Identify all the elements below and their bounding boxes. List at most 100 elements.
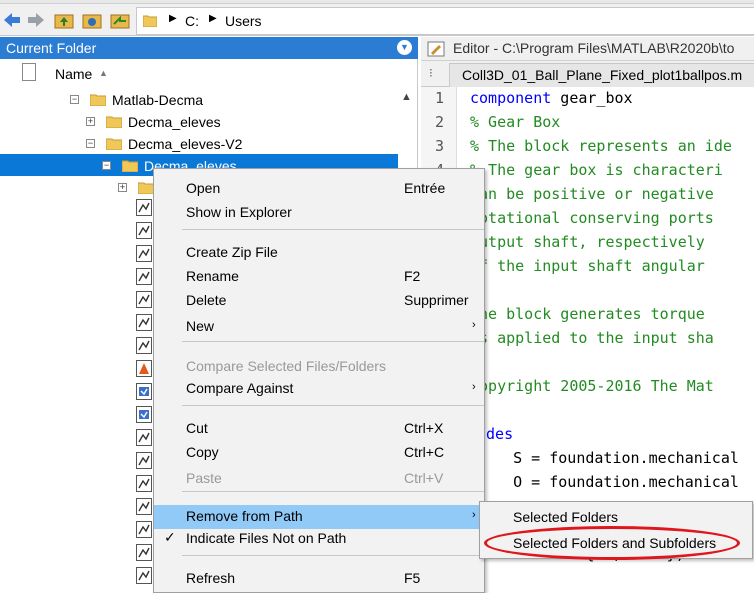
code-token: The block generates torque (470, 305, 705, 323)
forward-arrow-icon[interactable] (26, 11, 46, 29)
folder-icon (106, 138, 122, 150)
menu-item-cut[interactable]: Cut Ctrl+X (154, 417, 484, 441)
expand-icon[interactable]: + (118, 183, 127, 192)
menu-item-label: Show in Explorer (186, 204, 292, 220)
line-number: 1 (435, 89, 445, 107)
refresh-folder-icon[interactable] (110, 11, 130, 29)
menu-item-rename[interactable]: Rename F2 (154, 265, 484, 289)
code-text: is applied to the input sha (470, 329, 714, 347)
figure-file-icon (136, 544, 152, 561)
menu-item-shortcut: Entrée (404, 180, 446, 196)
collapse-icon[interactable]: − (70, 95, 79, 104)
name-column-label: Name (55, 66, 93, 82)
code-text: output shaft, respectively (470, 233, 705, 251)
code-text: % Gear Box (470, 113, 560, 131)
menu-item-label: Compare Against (186, 380, 294, 396)
code-text: component gear_box (470, 89, 633, 107)
code-token: % The block represents an ide (470, 137, 732, 155)
breadcrumb-separator-icon: ▶ (169, 13, 177, 24)
menu-separator (182, 405, 484, 406)
tree-row[interactable]: − Decma_eleves-V2 (0, 133, 398, 155)
figure-file-icon (136, 291, 152, 308)
expand-icon[interactable]: + (86, 117, 95, 126)
menu-item-new[interactable]: New › (154, 315, 484, 339)
panel-actions-dropdown-icon[interactable]: ▼ (397, 40, 412, 55)
line-number: 3 (435, 137, 445, 155)
menu-item-remove-from-path[interactable]: Remove from Path › (154, 505, 484, 529)
menu-item-label: Open (186, 180, 221, 196)
up-folder-icon[interactable] (54, 11, 74, 29)
submenu-selected-folders[interactable]: Selected Folders (513, 509, 618, 525)
menu-item-label: Copy (186, 444, 219, 460)
back-arrow-icon[interactable] (2, 11, 22, 29)
code-token: gear_box (551, 89, 633, 107)
code-token: output shaft, respectively (470, 233, 705, 251)
menu-item-paste: Paste Ctrl+V (154, 467, 484, 491)
code-token: % Gear Box (470, 113, 561, 131)
menu-item-compare-against[interactable]: Compare Against › (154, 377, 484, 401)
tree-row[interactable]: + (0, 177, 160, 199)
figure-file-icon (136, 429, 152, 446)
menu-item-open[interactable]: Open Entrée (154, 177, 484, 201)
menu-item-create-zip-file[interactable]: Create Zip File (154, 241, 484, 265)
menu-item-label: Paste (186, 470, 222, 486)
code-token: can be positive or negative (470, 185, 714, 203)
browse-folder-icon[interactable] (82, 11, 102, 29)
code-token: rotational conserving ports (470, 209, 714, 227)
tab-coll3d-file[interactable]: Coll3D_01_Ball_Plane_Fixed_plot1ballpos.… (449, 63, 754, 87)
menu-item-label: Create Zip File (186, 244, 278, 260)
menu-item-show-in-explorer[interactable]: Show in Explorer (154, 201, 484, 225)
menu-item-label: New (186, 318, 215, 334)
mlx-file-icon (136, 383, 152, 400)
figure-file-icon (136, 567, 152, 584)
folder-icon (138, 182, 154, 194)
menu-item-label: Indicate Files Not on Path (186, 530, 347, 546)
breadcrumb-drive[interactable]: C: (185, 13, 199, 29)
scroll-up-icon[interactable]: ▲ (401, 91, 412, 103)
menu-separator (182, 491, 484, 492)
submenu-arrow-icon: › (472, 319, 476, 331)
collapse-icon[interactable]: − (102, 161, 111, 170)
code-text: S = foundation.mechanical (477, 449, 739, 467)
code-token: Copyright 2005-2016 The Mat (470, 377, 714, 395)
menu-separator (182, 341, 484, 342)
code-token: S = foundation.mechanical (477, 449, 739, 467)
address-bar[interactable]: ▶ C: ▶ Users (136, 7, 754, 35)
red-annotation-ellipse (484, 526, 740, 560)
code-text: can be positive or negative (470, 185, 714, 203)
menu-item-label: Remove from Path (186, 508, 303, 524)
submenu-arrow-icon: › (472, 509, 476, 521)
code-text: % The gear box is characteri (470, 161, 723, 179)
menu-separator (182, 555, 484, 556)
breadcrumb-users[interactable]: Users (225, 13, 262, 29)
figure-file-icon (136, 245, 152, 262)
toolbar: ▶ C: ▶ Users (0, 0, 754, 36)
editor-title: Editor - C:\Program Files\MATLAB\R2020b\… (453, 40, 735, 56)
figure-file-icon (136, 199, 152, 216)
mlx-file-icon (136, 406, 152, 423)
menu-item-shortcut: F2 (404, 268, 421, 284)
code-text: O = foundation.mechanical (477, 473, 739, 491)
collapse-icon[interactable]: − (86, 139, 95, 148)
menu-item-label: Rename (186, 268, 239, 284)
menu-item-compare-selected: Compare Selected Files/Folders (154, 355, 484, 379)
tab-scroll-icon[interactable]: ⁝ (429, 66, 433, 80)
tree-row-label: Decma_eleves (128, 114, 221, 130)
menu-item-delete[interactable]: Delete Supprimer (154, 289, 484, 313)
figure-file-icon (136, 475, 152, 492)
menu-item-indicate-files-not-on-path[interactable]: Indicate Files Not on Path ✓ (154, 527, 484, 551)
current-folder-title: Current Folder (6, 40, 97, 56)
tree-row[interactable]: − Matlab-Decma (0, 89, 398, 111)
simulink-model-icon (136, 360, 152, 377)
tree-row[interactable]: + Decma_eleves (0, 111, 398, 133)
folder-icon (143, 15, 157, 27)
menu-item-shortcut: F5 (404, 570, 421, 586)
figure-file-icon (136, 337, 152, 354)
breadcrumb-separator-icon: ▶ (209, 13, 217, 24)
name-column-header[interactable]: Name ▲ (0, 59, 418, 87)
menu-item-copy[interactable]: Copy Ctrl+C (154, 441, 484, 465)
menu-item-refresh[interactable]: Refresh F5 (154, 567, 484, 591)
line-number: 2 (435, 113, 445, 131)
code-token: % The gear box is characteri (470, 161, 723, 179)
figure-file-icon (136, 268, 152, 285)
